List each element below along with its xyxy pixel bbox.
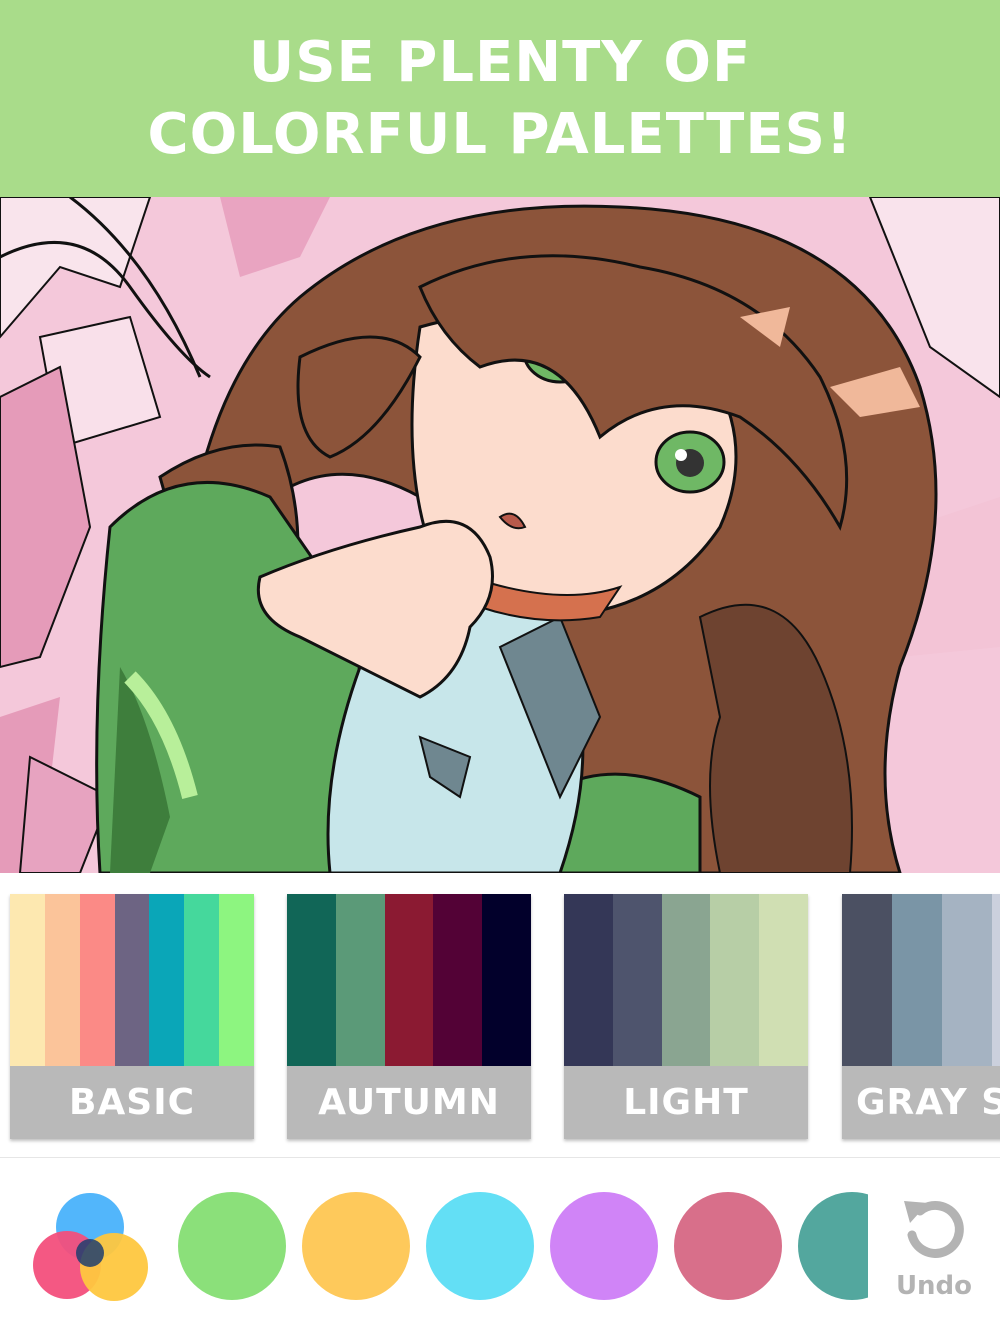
palette-light[interactable]: LIGHT [564,894,808,1139]
color-swatch-cyan[interactable] [426,1192,534,1300]
palette-swatches [10,894,255,1066]
palette-label: BASIC [10,1066,254,1139]
swatch [287,894,336,1066]
palette-gray-scale[interactable]: GRAY SC [842,894,1000,1139]
color-toolbar: Undo [0,1159,1000,1334]
banner-title-line-2: COLORFUL PALETTES! [147,101,853,167]
swatch [184,894,220,1066]
color-swatch-yellow[interactable] [302,1192,410,1300]
undo-button[interactable]: Undo [868,1159,1000,1334]
swatch [384,894,434,1066]
anime-girl-artwork[interactable] [0,197,1000,873]
swatch [942,894,992,1066]
swatch [564,894,613,1066]
palette-autumn[interactable]: AUTUMN [287,894,531,1139]
palette-swatches [842,894,1000,1066]
swatch [759,894,808,1066]
swatch [710,894,760,1066]
swatch [335,894,385,1066]
banner-title-line-1: USE PLENTY OF [248,29,752,95]
swatch [10,894,45,1066]
undo-arrow-icon [904,1200,964,1258]
swatch [79,894,115,1066]
swatch [219,894,255,1066]
color-swatch-rose[interactable] [674,1192,782,1300]
palette-swatches [287,894,531,1066]
undo-label: Undo [895,1271,973,1301]
palette-label: AUTUMN [287,1066,531,1139]
swatch [44,894,80,1066]
palette-label: LIGHT [564,1066,808,1139]
palette-selector[interactable]: BASIC AUTUMN LIGHT GRAY SC [0,873,1000,1158]
swatch [482,894,531,1066]
swatch [149,894,185,1066]
swatch [433,894,483,1066]
palette-swatches [564,894,808,1066]
swatch [114,894,150,1066]
coloring-canvas[interactable] [0,197,1000,873]
color-swatch-purple[interactable] [550,1192,658,1300]
swatch [842,894,892,1066]
swatch [661,894,711,1066]
swatch [892,894,942,1066]
color-mixer-icon[interactable] [32,1191,150,1303]
swatch [992,894,1000,1066]
palette-basic[interactable]: BASIC [10,894,255,1139]
promo-banner: USE PLENTY OF COLORFUL PALETTES! [0,0,1000,197]
palette-label: GRAY SC [842,1066,1000,1139]
color-swatch-green[interactable] [178,1192,286,1300]
swatch [612,894,662,1066]
